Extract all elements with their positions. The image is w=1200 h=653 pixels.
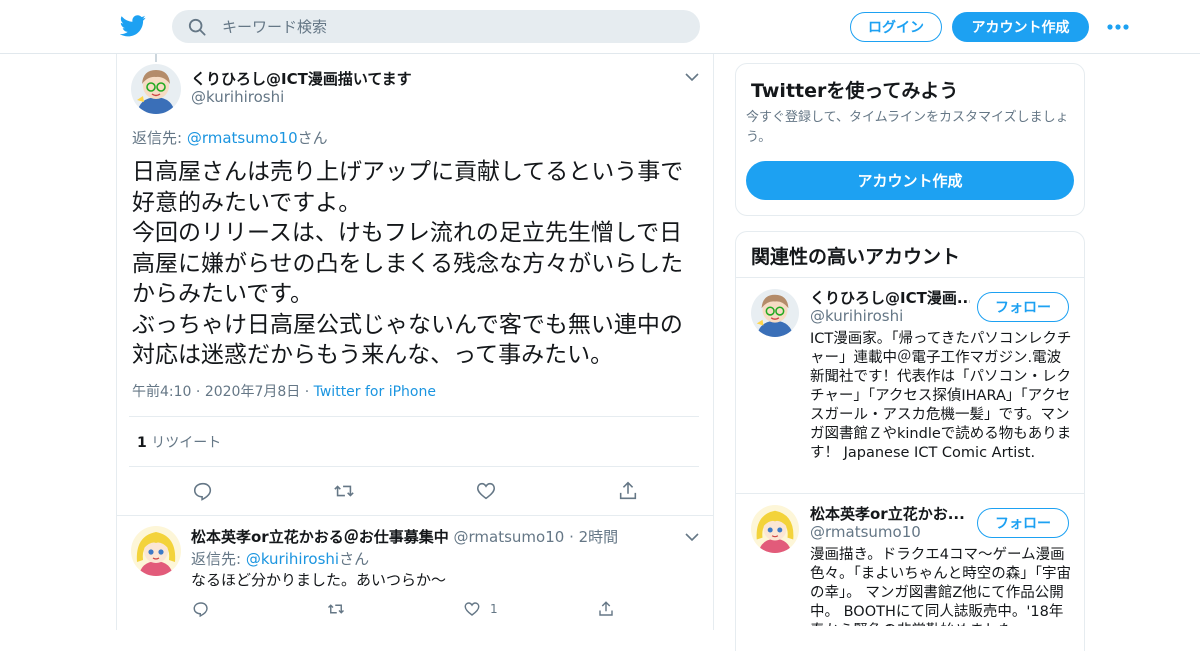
- reply-author-name[interactable]: 松本英孝or立花かおる＠お仕事募集中: [191, 528, 449, 546]
- signup-button[interactable]: アカウント作成: [952, 12, 1089, 42]
- related-account-bio: 漫画描き。ドラクエ4コマ〜ゲーム漫画色々。「まよいちゃんと時空の森」「宇宙の幸」…: [810, 547, 1071, 626]
- reply-suffix: さん: [297, 129, 328, 147]
- twitter-bird-icon[interactable]: [120, 14, 146, 38]
- avatar[interactable]: [751, 505, 799, 553]
- share-icon[interactable]: [617, 480, 639, 502]
- related-account-bio: ICT漫画家。「帰ってきたパソコンレクチャー」連載中＠電子工作マガジン.電波新聞…: [810, 331, 1072, 461]
- search-input[interactable]: [222, 17, 682, 36]
- retweet-count: 1: [137, 435, 147, 451]
- avatar-illustration: [131, 64, 181, 114]
- related-account-handle[interactable]: @rmatsumo10: [810, 523, 921, 541]
- retweet-icon[interactable]: [333, 480, 355, 502]
- related-account-name[interactable]: 松本英孝or立花かお...: [810, 503, 970, 524]
- top-nav: ログイン アカウント作成: [0, 0, 1200, 54]
- retweet-icon[interactable]: [327, 600, 345, 618]
- signup-card-title: Twitterを使ってみよう: [751, 80, 959, 102]
- search-bar[interactable]: [172, 10, 700, 43]
- avatar[interactable]: [131, 64, 181, 114]
- reply-context: 返信先: @kurihiroshiさん: [191, 548, 369, 569]
- avatar-illustration: [751, 289, 799, 337]
- chevron-down-icon[interactable]: [685, 532, 699, 542]
- reply-context: 返信先: @rmatsumo10さん: [132, 127, 328, 148]
- tweet-client-link[interactable]: Twitter for iPhone: [314, 384, 436, 400]
- divider: [129, 416, 699, 417]
- tweet-time[interactable]: 午前4:10: [132, 384, 191, 400]
- like-icon[interactable]: [463, 600, 481, 618]
- signup-card-subtitle: 今すぐ登録して、タイムラインをカスタマイズしましょう。: [746, 110, 1069, 145]
- tweet-column: くりひろし@ICT漫画描いてます @kurihiroshi 返信先: @rmat…: [116, 54, 714, 630]
- reply-icon[interactable]: [192, 600, 210, 618]
- reply-to-link[interactable]: @kurihiroshi: [246, 550, 339, 568]
- author-handle[interactable]: @kurihiroshi: [191, 88, 284, 106]
- meta-separator: ·: [569, 528, 574, 546]
- like-count: 1: [490, 602, 498, 616]
- related-accounts-card: 関連性の高いアカウント くりひろし@ICT漫画... @kurihiroshi …: [735, 231, 1085, 651]
- reply-to-link[interactable]: @rmatsumo10: [187, 129, 298, 147]
- related-account-handle[interactable]: @kurihiroshi: [810, 307, 903, 325]
- tweet-metadata: 午前4:10 · 2020年7月8日 · Twitter for iPhone: [132, 381, 436, 401]
- reply-header: 松本英孝or立花かおる＠お仕事募集中 @rmatsumo10 · 2時間: [191, 526, 618, 547]
- reply-prefix: 返信先:: [132, 129, 187, 147]
- meta-separator: ·: [195, 384, 201, 400]
- avatar[interactable]: [751, 289, 799, 337]
- avatar-illustration: [131, 526, 181, 576]
- share-icon[interactable]: [597, 600, 615, 618]
- login-button[interactable]: ログイン: [850, 12, 942, 42]
- related-accounts-title: 関連性の高いアカウント: [751, 246, 961, 268]
- related-account[interactable]: くりひろし@ICT漫画... @kurihiroshi フォロー ICT漫画家。…: [736, 277, 1084, 493]
- related-account-name[interactable]: くりひろし@ICT漫画...: [810, 287, 970, 308]
- related-account[interactable]: 松本英孝or立花かお... @rmatsumo10 フォロー 漫画描き。ドラクエ…: [736, 493, 1084, 653]
- author-name[interactable]: くりひろし@ICT漫画描いてます: [191, 68, 412, 89]
- retweet-stats[interactable]: 1 リツイート: [137, 432, 221, 452]
- follow-button[interactable]: フォロー: [977, 508, 1069, 538]
- more-dots-icon[interactable]: [1106, 22, 1130, 32]
- signup-card: Twitterを使ってみよう 今すぐ登録して、タイムラインをカスタマイズしましょ…: [735, 63, 1085, 216]
- retweet-label: リツイート: [151, 435, 222, 451]
- tweet-date[interactable]: 2020年7月8日: [205, 384, 300, 400]
- avatar-illustration: [751, 505, 799, 553]
- reply-text: なるほど分かりました。あいつらか〜: [191, 571, 447, 589]
- tweet-text: 日高屋さんは売り上げアップに貢献してるという事で 好意的みたいですよ。 今回のリ…: [132, 159, 684, 368]
- thread-connector: [155, 54, 157, 62]
- like-icon[interactable]: [475, 480, 497, 502]
- reply-author-handle[interactable]: @rmatsumo10: [454, 528, 565, 546]
- chevron-down-icon[interactable]: [685, 72, 699, 82]
- meta-separator: ·: [304, 384, 310, 400]
- reply-suffix: さん: [339, 550, 370, 568]
- reply-prefix: 返信先:: [191, 550, 246, 568]
- avatar[interactable]: [131, 526, 181, 576]
- reply-icon[interactable]: [192, 480, 214, 502]
- search-icon: [188, 18, 206, 36]
- signup-card-button[interactable]: アカウント作成: [746, 161, 1074, 200]
- divider: [129, 466, 699, 467]
- reply-tweet[interactable]: 松本英孝or立花かおる＠お仕事募集中 @rmatsumo10 · 2時間 返信先…: [117, 515, 713, 630]
- follow-button[interactable]: フォロー: [977, 292, 1069, 322]
- reply-time[interactable]: 2時間: [579, 528, 619, 546]
